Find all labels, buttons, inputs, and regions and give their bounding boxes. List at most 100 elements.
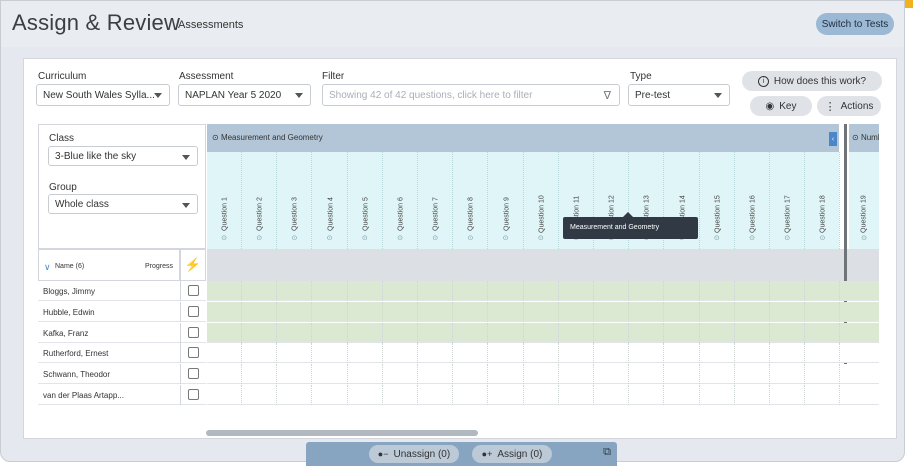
student-checkbox[interactable]: [188, 347, 199, 359]
assignment-cell[interactable]: [524, 385, 559, 405]
assignment-cell[interactable]: [453, 281, 489, 301]
assignment-cell[interactable]: [559, 343, 594, 364]
collapse-arrow-icon[interactable]: ‹: [829, 132, 837, 146]
question-column[interactable]: Question 5 ⊙: [348, 152, 383, 249]
assignment-cells-row[interactable]: [207, 322, 879, 343]
assignment-cell[interactable]: [489, 385, 524, 405]
assignment-cell[interactable]: [665, 343, 700, 364]
assignment-cell[interactable]: [524, 301, 559, 322]
assignment-cell[interactable]: [383, 385, 418, 405]
question-column[interactable]: Question 2 ⊙: [242, 152, 278, 249]
assignment-cell[interactable]: [594, 281, 630, 301]
student-checkbox[interactable]: [188, 305, 199, 317]
assignment-cells-row[interactable]: [207, 281, 879, 301]
assignment-cell[interactable]: [665, 385, 700, 405]
filter-input[interactable]: Showing 42 of 42 questions, click here t…: [322, 84, 620, 106]
assignment-cell[interactable]: [348, 301, 383, 322]
assignment-cell[interactable]: [594, 322, 630, 343]
assignment-cells-row[interactable]: [207, 364, 879, 385]
assignment-cell[interactable]: [489, 301, 524, 322]
assignment-cell[interactable]: [242, 322, 278, 343]
assignment-cell[interactable]: [594, 301, 630, 322]
assignment-cell[interactable]: [700, 385, 735, 405]
question-column[interactable]: Question 10 ⊙: [524, 152, 559, 249]
assignment-cell[interactable]: [770, 364, 806, 385]
assignment-cell[interactable]: [700, 364, 735, 385]
assignment-cell[interactable]: [207, 364, 242, 385]
assignment-cell[interactable]: [629, 301, 665, 322]
assignment-cell[interactable]: [700, 322, 735, 343]
student-row[interactable]: Schwann, Theodor: [38, 364, 206, 385]
progress-column-header[interactable]: Progress: [145, 263, 173, 270]
assignment-cell[interactable]: [418, 364, 454, 385]
student-checkbox[interactable]: [188, 326, 199, 338]
question-column[interactable]: Question 4 ⊙: [313, 152, 348, 249]
question-column[interactable]: Question 1 ⊙: [207, 152, 242, 249]
assignment-cell[interactable]: [524, 364, 559, 385]
assign-button[interactable]: ●+ Assign (0): [472, 445, 552, 463]
assignment-cell[interactable]: [770, 322, 806, 343]
assignment-cell[interactable]: [242, 343, 278, 364]
assignment-cell[interactable]: [277, 343, 313, 364]
assignment-cell[interactable]: [735, 343, 770, 364]
student-row[interactable]: Kafka, Franz: [38, 322, 206, 343]
assignment-cell[interactable]: [313, 343, 348, 364]
assignment-cell[interactable]: [348, 385, 383, 405]
student-checkbox[interactable]: [188, 389, 199, 400]
assignment-cell[interactable]: [348, 343, 383, 364]
student-row[interactable]: Rutherford, Ernest: [38, 343, 206, 364]
category-header-next[interactable]: ⊙ Numb: [849, 124, 879, 152]
assignment-cell[interactable]: [700, 301, 735, 322]
name-column-header[interactable]: Name (6): [55, 263, 84, 270]
assignment-cell[interactable]: [453, 301, 489, 322]
assignment-cell[interactable]: [383, 281, 418, 301]
assignment-cell[interactable]: [805, 281, 841, 301]
assignment-cell[interactable]: [805, 364, 841, 385]
actions-button[interactable]: ⋮ Actions: [817, 96, 881, 116]
lightning-icon[interactable]: ⚡: [180, 249, 206, 281]
assignment-cell[interactable]: [277, 385, 313, 405]
how-does-this-work-button[interactable]: i How does this work?: [742, 71, 882, 91]
assignment-cell[interactable]: [277, 281, 313, 301]
assignment-cell[interactable]: [207, 322, 242, 343]
question-column[interactable]: Question 3 ⊙: [277, 152, 313, 249]
question-column[interactable]: Question 17 ⊙: [770, 152, 806, 249]
assignment-cells-row[interactable]: [207, 343, 879, 364]
class-select[interactable]: 3-Blue like the sky: [48, 146, 198, 166]
assignment-cells-row[interactable]: [207, 301, 879, 322]
assignment-cell[interactable]: [665, 301, 700, 322]
question-column[interactable]: Question 16 ⊙: [735, 152, 770, 249]
assignment-cell[interactable]: [277, 364, 313, 385]
assignment-cell[interactable]: [629, 281, 665, 301]
assignment-cell[interactable]: [735, 281, 770, 301]
assignment-cell[interactable]: [524, 322, 559, 343]
curriculum-select[interactable]: New South Wales Sylla...: [36, 84, 170, 106]
assignment-cell[interactable]: [735, 364, 770, 385]
assignment-cell[interactable]: [735, 322, 770, 343]
assignment-cell[interactable]: [453, 385, 489, 405]
assignment-cell[interactable]: [629, 343, 665, 364]
assignment-cell[interactable]: [805, 343, 841, 364]
assignment-cell[interactable]: [559, 322, 594, 343]
assignment-cell[interactable]: [348, 364, 383, 385]
assignment-cell[interactable]: [559, 281, 594, 301]
assignment-cell[interactable]: [805, 385, 841, 405]
assignment-cell[interactable]: [313, 364, 348, 385]
question-column[interactable]: Question 8 ⊙: [453, 152, 489, 249]
assignment-cell[interactable]: [559, 385, 594, 405]
assignment-cell[interactable]: [383, 364, 418, 385]
assignment-cell[interactable]: [348, 322, 383, 343]
assignment-cell[interactable]: [313, 281, 348, 301]
assignment-cell[interactable]: [735, 385, 770, 405]
assignment-cell[interactable]: [805, 301, 841, 322]
assessment-select[interactable]: NAPLAN Year 5 2020: [178, 84, 311, 106]
question-column[interactable]: Question 9 ⊙: [489, 152, 524, 249]
question-column[interactable]: Question 7 ⊙: [418, 152, 454, 249]
horizontal-scrollbar[interactable]: [206, 430, 478, 436]
student-row[interactable]: Bloggs, Jimmy: [38, 281, 206, 301]
chevron-down-icon[interactable]: ∨: [44, 262, 51, 273]
assignment-cell[interactable]: [559, 364, 594, 385]
assignment-cell[interactable]: [242, 301, 278, 322]
assignment-cell[interactable]: [418, 281, 454, 301]
assignment-cell[interactable]: [594, 364, 630, 385]
